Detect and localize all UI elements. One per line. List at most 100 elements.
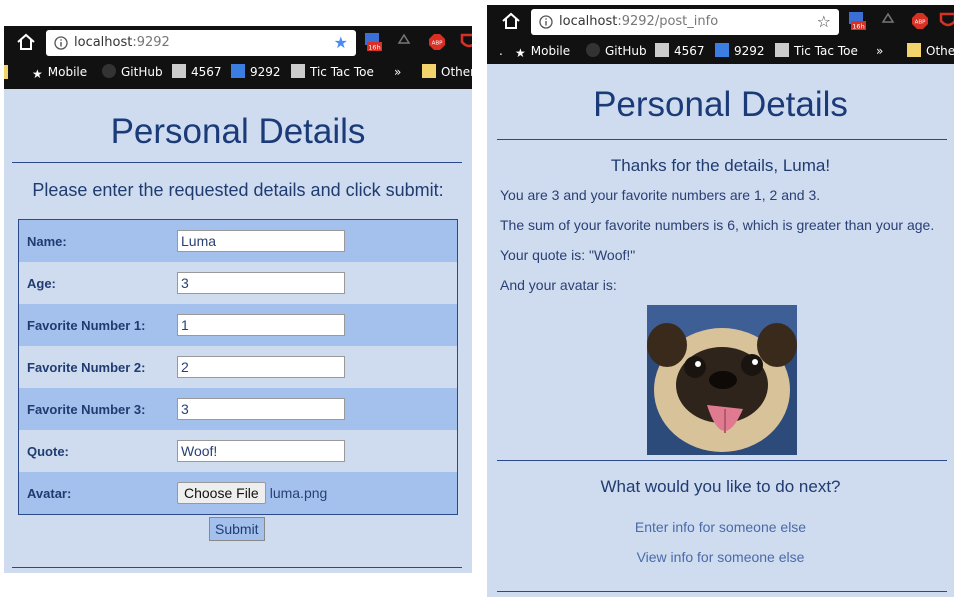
quote-label: Quote: (27, 443, 69, 459)
bookmark-4567[interactable]: 4567 (655, 43, 705, 59)
badge-text: 16h (368, 44, 380, 52)
divider (12, 162, 462, 163)
fav-number-3-input[interactable] (177, 398, 345, 420)
form-row-name: Name: (18, 219, 458, 262)
bookmark-other[interactable]: Othe (907, 43, 954, 59)
github-icon (586, 43, 600, 57)
adblock-icon[interactable]: ABP (911, 11, 929, 31)
bookmark-tic-tac-toe[interactable]: Tic Tac Toe (291, 64, 374, 80)
recycle-icon[interactable] (395, 32, 413, 52)
github-icon (102, 64, 116, 78)
star-icon: ★ (32, 67, 43, 81)
avatar-image (647, 305, 797, 455)
divider (497, 460, 947, 461)
bookmark-dot[interactable]: . (499, 43, 503, 59)
fav-number-3-label: Favorite Number 3: (27, 401, 146, 417)
address-bar[interactable]: localhost:9292/post_info ☆ (531, 9, 839, 35)
bookmark-star-icon[interactable]: ★ (334, 34, 348, 52)
bookmark-9292[interactable]: 9292 (715, 43, 765, 59)
url-host: localhost (74, 35, 133, 50)
fav-number-1-input[interactable] (177, 314, 345, 336)
enter-info-link[interactable]: Enter info for someone else (487, 519, 954, 535)
bookmark-mobile[interactable]: ★ Mobile (32, 64, 87, 81)
info-icon[interactable] (54, 36, 68, 50)
form-row-fav2: Favorite Number 2: (18, 346, 458, 388)
form-window: localhost:9292 ★ 16h ABP ★Mobile GitHub (4, 26, 472, 573)
extension-badge-icon[interactable]: 16h (848, 11, 866, 31)
svg-text:ABP: ABP (432, 41, 444, 47)
address-bar[interactable]: localhost:9292 ★ (46, 30, 356, 56)
page-icon (775, 43, 789, 57)
avatar-label: Avatar: (27, 485, 72, 501)
bottom-divider (497, 591, 947, 592)
bookmark-9292[interactable]: 9292 (231, 64, 281, 80)
summary-line: You are 3 and your favorite numbers are … (500, 187, 821, 203)
form-row-quote: Quote: (18, 430, 458, 472)
submit-button[interactable]: Submit (209, 517, 265, 541)
bookmark-other[interactable]: Other (422, 64, 472, 80)
fav-number-1-label: Favorite Number 1: (27, 317, 146, 333)
bookmark-mobile[interactable]: ★ Mobile (515, 43, 570, 60)
doc-icon (231, 64, 245, 78)
bottom-divider (12, 567, 462, 568)
age-input[interactable] (177, 272, 345, 294)
next-heading: What would you like to do next? (600, 477, 841, 496)
name-label: Name: (27, 233, 67, 249)
recycle-icon[interactable] (879, 11, 897, 31)
form-row-fav1: Favorite Number 1: (18, 304, 458, 346)
page-icon (655, 43, 669, 57)
bookmarks-bar: . ★ Mobile GitHub 4567 9292 Tic Tac Toe »… (487, 38, 954, 64)
shield-icon[interactable] (939, 11, 954, 31)
home-icon[interactable] (16, 32, 36, 52)
bookmark-4567[interactable]: 4567 (172, 64, 222, 80)
quote-input[interactable] (177, 440, 345, 462)
bookmarks-bar: ★ Mobile GitHub 4567 9292 Tic Tac Toe » O… (4, 59, 472, 85)
svg-text:ABP: ABP (915, 20, 927, 26)
sum-line: The sum of your favorite numbers is 6, w… (500, 217, 935, 233)
avatar-filename: luma.png (269, 485, 328, 501)
page-icon (172, 64, 186, 78)
view-info-link[interactable]: View info for someone else (487, 549, 954, 565)
bookmark-github[interactable]: GitHub (586, 43, 647, 59)
star-icon: ★ (515, 46, 526, 60)
doc-icon (715, 43, 729, 57)
form-row-age: Age: (18, 262, 458, 304)
page-title: Personal Details (593, 85, 848, 124)
choose-file-button[interactable]: Choose File (177, 482, 266, 504)
home-icon[interactable] (501, 11, 521, 31)
form-row-avatar: Avatar: Choose File luma.png (18, 472, 458, 515)
result-window: localhost:9292/post_info ☆ 16h ABP . ★ Mo… (487, 5, 954, 597)
name-input[interactable] (177, 230, 345, 252)
quote-line: Your quote is: "Woof!" (500, 247, 636, 263)
bookmarks-overflow[interactable]: » (394, 64, 401, 80)
extension-badge-icon[interactable]: 16h (364, 32, 382, 52)
folder-icon[interactable] (4, 65, 8, 79)
badge-text: 16h (852, 23, 864, 31)
browser-chrome: localhost:9292/post_info ☆ 16h ABP . ★ Mo… (487, 5, 954, 64)
folder-icon (422, 64, 436, 78)
page-icon (291, 64, 305, 78)
fav-number-2-label: Favorite Number 2: (27, 359, 146, 375)
folder-icon (907, 43, 921, 57)
adblock-icon[interactable]: ABP (428, 32, 446, 52)
form-row-fav3: Favorite Number 3: (18, 388, 458, 430)
bookmark-github[interactable]: GitHub (102, 64, 163, 80)
url-path: :9292/post_info (617, 14, 719, 29)
divider (497, 139, 947, 140)
instructions: Please enter the requested details and c… (32, 180, 444, 200)
bookmarks-overflow[interactable]: » (876, 43, 883, 59)
fav-number-2-input[interactable] (177, 356, 345, 378)
browser-chrome: localhost:9292 ★ 16h ABP ★Mobile GitHub (4, 26, 472, 89)
bookmark-star-icon[interactable]: ☆ (817, 13, 831, 31)
info-icon[interactable] (539, 15, 553, 29)
avatar-line: And your avatar is: (500, 277, 617, 293)
page-title: Personal Details (110, 112, 366, 151)
form-page: Personal Details Please enter the reques… (4, 89, 472, 573)
url-host: localhost (559, 14, 618, 29)
url-port: :9292 (132, 35, 170, 50)
thanks-message: Thanks for the details, Luma! (610, 156, 831, 175)
details-form: Name: Age: Favorite Number 1: Favorite N… (18, 219, 458, 515)
bookmark-tic-tac-toe[interactable]: Tic Tac Toe (775, 43, 858, 59)
shield-icon[interactable] (460, 32, 472, 52)
age-label: Age: (27, 275, 56, 291)
